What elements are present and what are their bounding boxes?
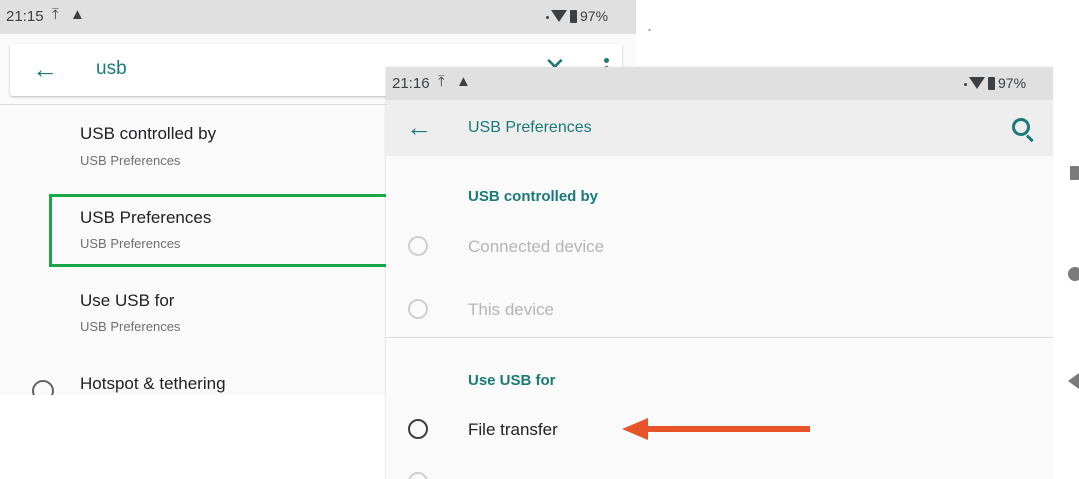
scroll-indicator-icon: '''': [648, 28, 651, 37]
battery-percent: 97%: [998, 75, 1027, 91]
battery-icon: [988, 77, 995, 90]
radio-button[interactable]: [408, 419, 428, 439]
upload-arrow-icon: ⤒: [438, 73, 445, 90]
status-bar: 21:16 ⤒ ▲ 97%: [386, 67, 1053, 100]
status-right: 97%: [964, 75, 1026, 91]
upload-arrow-icon: ⤒: [52, 6, 59, 23]
radio-button[interactable]: [408, 236, 428, 256]
arrow-shaft: [642, 426, 810, 432]
radio-button[interactable]: [408, 299, 428, 319]
search-input[interactable]: usb: [96, 58, 127, 80]
battery-icon: [570, 10, 577, 23]
pointer-arrow-icon: [622, 418, 810, 440]
result-title: USB controlled by: [80, 124, 217, 143]
radio-button[interactable]: [408, 472, 428, 479]
result-title: Hotspot & tethering: [80, 374, 226, 393]
divider: [386, 337, 1053, 338]
section-header: Use USB for: [468, 372, 556, 389]
option-label: File transfer: [468, 420, 558, 439]
back-nav-icon[interactable]: [1068, 373, 1079, 389]
result-title: Use USB for: [80, 291, 175, 310]
search-icon[interactable]: [1012, 118, 1030, 136]
status-time: 21:15: [6, 8, 44, 25]
option-label: This device: [468, 300, 554, 319]
arrow-head: [622, 418, 648, 440]
section-header: USB controlled by: [468, 188, 599, 205]
back-arrow-icon[interactable]: ←: [32, 54, 58, 84]
warning-icon: ▲: [456, 73, 471, 90]
warning-icon: ▲: [70, 6, 85, 23]
result-subtitle: USB Preferences: [80, 319, 181, 334]
app-bar: ← USB Preferences: [386, 100, 1053, 156]
wifi-icon: [551, 10, 567, 22]
signal-dot-icon: [546, 16, 549, 19]
signal-dot-icon: [964, 83, 967, 86]
option-label: Connected device: [468, 237, 605, 256]
status-bar: 21:15 ⤒ ▲ 97%: [0, 0, 636, 34]
home-icon[interactable]: [1068, 267, 1079, 281]
page-title: USB Preferences: [468, 119, 592, 136]
status-right: 97%: [546, 8, 608, 24]
wifi-icon: [969, 77, 985, 89]
battery-percent: 97%: [580, 8, 609, 24]
hotspot-icon: [32, 380, 54, 395]
result-subtitle: USB Preferences: [80, 153, 181, 168]
recent-apps-icon[interactable]: [1070, 166, 1079, 180]
status-time: 21:16: [392, 75, 430, 92]
back-arrow-icon[interactable]: ←: [406, 112, 432, 142]
